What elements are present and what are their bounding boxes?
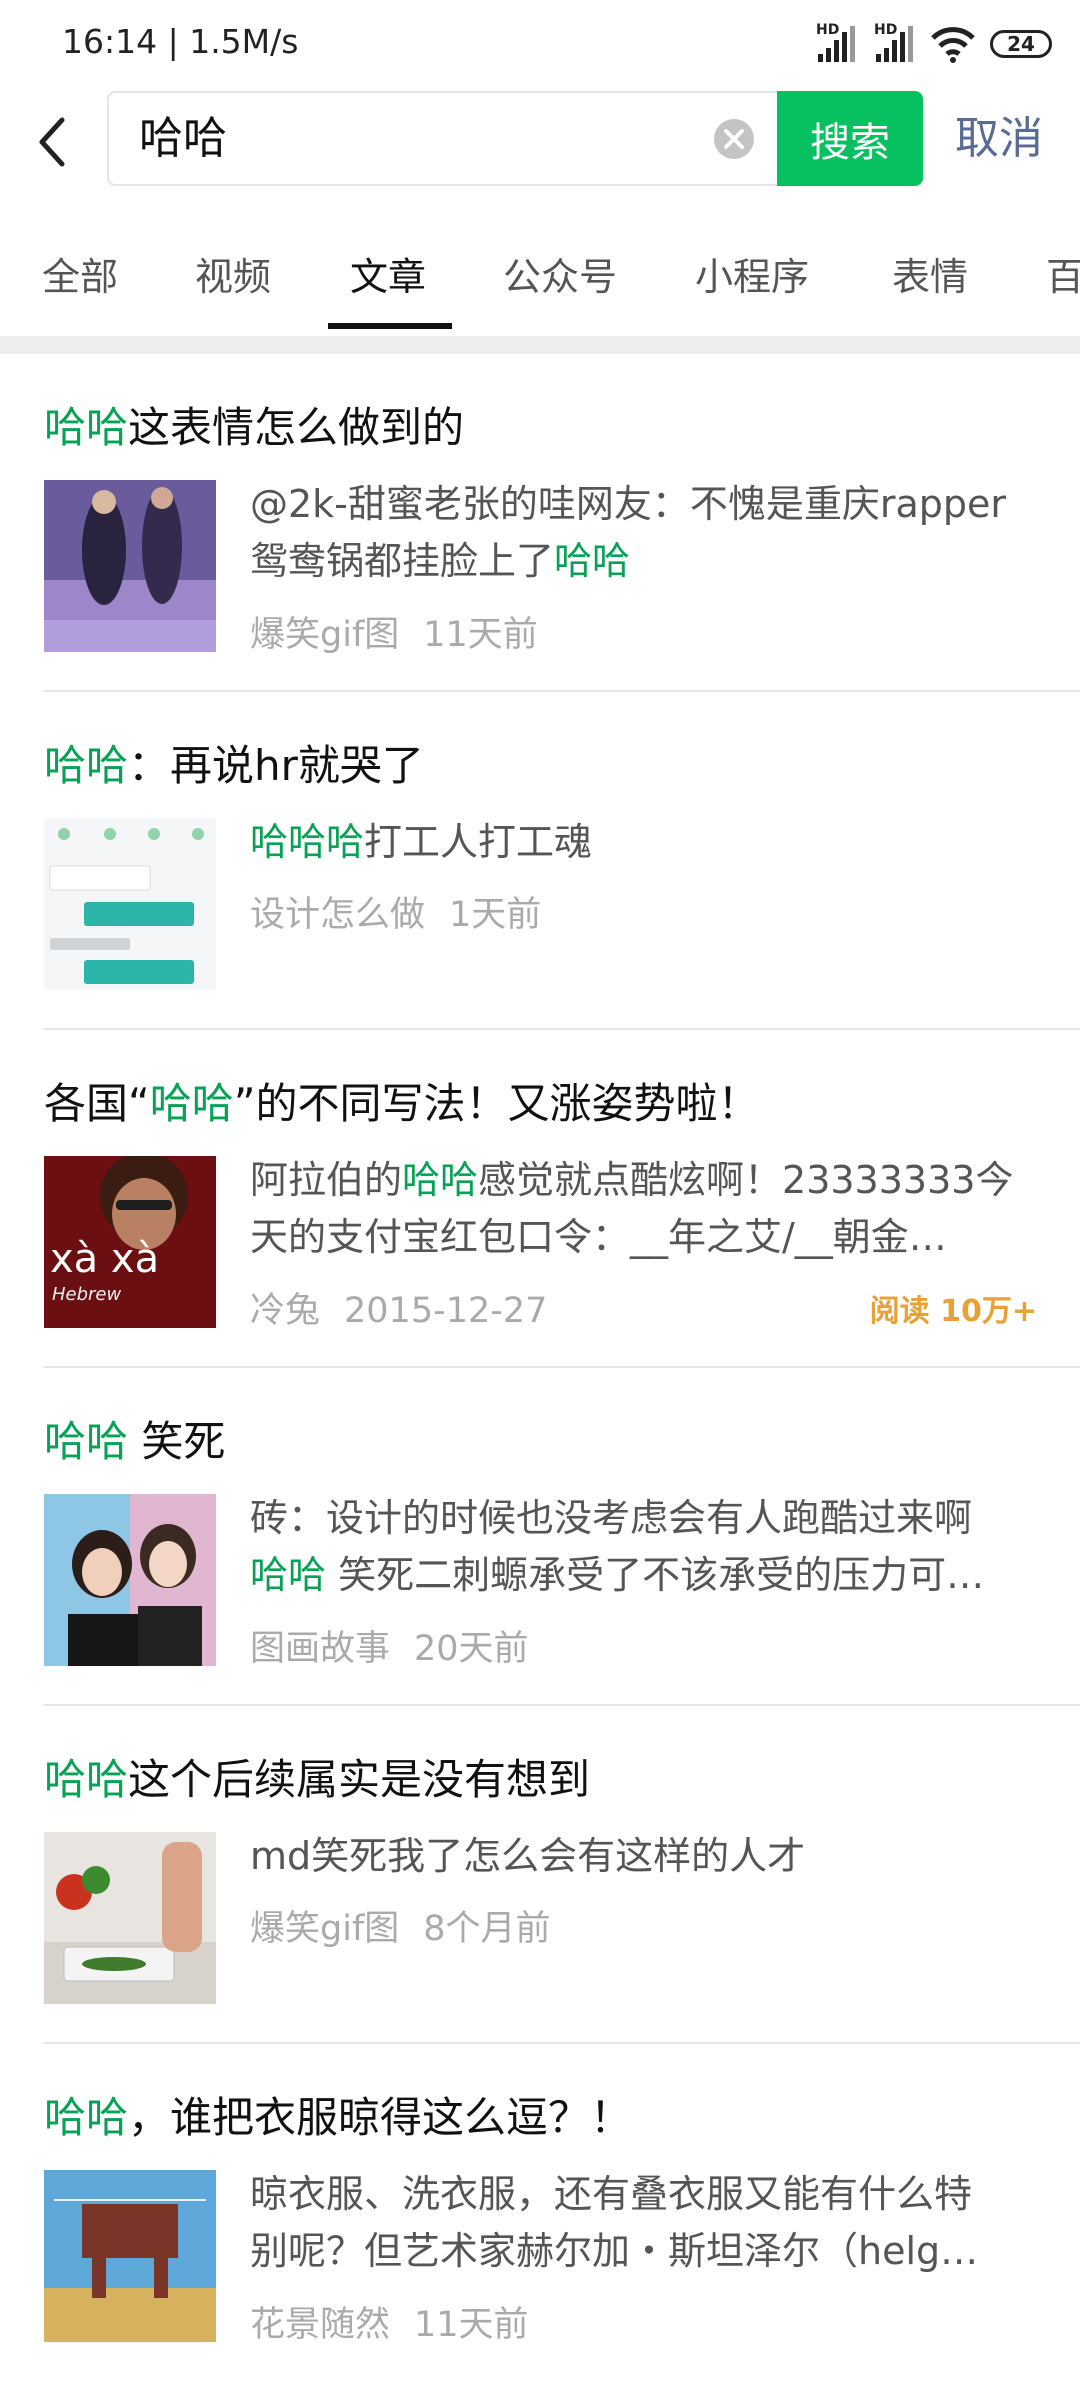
clear-icon[interactable] bbox=[713, 118, 755, 160]
result-title: 哈哈这个后续属实是没有想到 bbox=[44, 1755, 591, 1804]
result-time: 2015-12-27 bbox=[344, 1291, 548, 1331]
result-item[interactable]: 哈哈：再说hr就哭了 哈哈哈打工人打工魂 设计怎么做 1天前 bbox=[0, 692, 1080, 1030]
search-input[interactable] bbox=[139, 93, 699, 184]
result-thumbnail bbox=[44, 1832, 216, 2004]
result-meta: 图画故事 20天前 bbox=[250, 1620, 529, 1671]
result-item[interactable]: 哈哈这个后续属实是没有想到 md笑死我了怎么会有这样的人才 爆笑gif图 8个月前 bbox=[0, 1706, 1080, 2044]
status-time: 16:14 | 1.5M/s bbox=[62, 22, 299, 61]
result-source: 花景随然 bbox=[250, 2305, 391, 2345]
wifi-icon bbox=[931, 27, 975, 63]
result-time: 20天前 bbox=[414, 1629, 529, 1669]
result-summary: md笑死我了怎么会有这样的人才 bbox=[250, 1834, 806, 1878]
result-time: 11天前 bbox=[414, 2305, 529, 2345]
signal-icon-2: HD bbox=[872, 22, 916, 64]
result-meta: 冷兔 2015-12-27 bbox=[250, 1282, 547, 1333]
result-source: 设计怎么做 bbox=[250, 895, 426, 935]
tab-all[interactable]: 全部 bbox=[42, 246, 118, 301]
result-summary: 哈哈哈打工人打工魂 bbox=[250, 820, 593, 864]
result-item[interactable]: 哈哈，谁把衣服晾得这么逗？！ 晾衣服、洗衣服，还有叠衣服又能有什么特 别呢？但艺… bbox=[0, 2044, 1080, 2382]
cancel-button[interactable]: 取消 bbox=[955, 91, 1043, 186]
thumb-caption: xà xà bbox=[50, 1236, 160, 1282]
result-thumbnail: xà xà Hebrew bbox=[44, 1156, 216, 1328]
result-source: 图画故事 bbox=[250, 1629, 391, 1669]
tab-active-indicator bbox=[328, 323, 452, 329]
result-meta: 设计怎么做 1天前 bbox=[250, 886, 541, 937]
result-title: 哈哈：再说hr就哭了 bbox=[44, 741, 424, 790]
result-time: 8个月前 bbox=[423, 1909, 551, 1949]
result-meta: 爆笑gif图 11天前 bbox=[250, 606, 538, 657]
result-title: 哈哈 笑死 bbox=[44, 1417, 226, 1466]
status-icons: HD HD 24 bbox=[814, 20, 1052, 68]
result-meta: 爆笑gif图 8个月前 bbox=[250, 1900, 551, 1951]
result-time: 1天前 bbox=[449, 895, 542, 935]
result-thumbnail bbox=[44, 818, 216, 990]
result-source: 爆笑gif图 bbox=[250, 615, 400, 655]
search-bar: 搜索 取消 bbox=[0, 88, 1080, 196]
signal-icon: HD bbox=[814, 22, 858, 64]
result-thumbnail bbox=[44, 2170, 216, 2342]
result-thumbnail bbox=[44, 1494, 216, 1666]
result-summary: 阿拉伯的哈哈感觉就点酷炫啊！23333333今 天的支付宝红包口令：__年之艾/… bbox=[250, 1158, 1014, 1259]
section-divider bbox=[0, 336, 1080, 354]
result-thumbnail bbox=[44, 480, 216, 652]
result-meta: 花景随然 11天前 bbox=[250, 2296, 529, 2347]
back-arrow-icon[interactable] bbox=[28, 114, 78, 170]
result-title: 各国“哈哈”的不同写法！又涨姿势啦！ bbox=[44, 1079, 760, 1128]
search-button[interactable]: 搜索 bbox=[777, 91, 923, 186]
result-summary: 晾衣服、洗衣服，还有叠衣服又能有什么特 别呢？但艺术家赫尔加・斯坦泽尔（helg… bbox=[250, 2172, 979, 2273]
status-bar: 16:14 | 1.5M/s HD HD 24 bbox=[0, 0, 1080, 88]
result-source: 冷兔 bbox=[250, 1291, 321, 1331]
tab-video[interactable]: 视频 bbox=[195, 246, 271, 301]
result-summary: 砖：设计的时候也没考虑会有人跑酷过来啊 哈哈 笑死二刺螈承受了不该承受的压力可… bbox=[250, 1496, 985, 1597]
result-item[interactable]: 哈哈 笑死 砖：设计的时候也没考虑会有人跑酷过来啊 哈哈 笑死二刺螈承受了不该承… bbox=[0, 1368, 1080, 1706]
result-source: 爆笑gif图 bbox=[250, 1909, 400, 1949]
tab-baike[interactable]: 百 bbox=[1046, 246, 1080, 301]
result-item[interactable]: 哈哈这表情怎么做到的 @2k-甜蜜老张的哇网友：不愧是重庆rapper 鸳鸯锅都… bbox=[0, 354, 1080, 692]
read-count: 阅读 10万+ bbox=[869, 1294, 1037, 1329]
battery-icon: 24 bbox=[990, 30, 1052, 58]
tab-official-accounts[interactable]: 公众号 bbox=[503, 246, 617, 301]
result-summary: @2k-甜蜜老张的哇网友：不愧是重庆rapper 鸳鸯锅都挂脸上了哈哈 bbox=[250, 482, 1007, 583]
thumb-subcaption: Hebrew bbox=[52, 1284, 122, 1305]
result-title: 哈哈这表情怎么做到的 bbox=[44, 403, 465, 452]
tab-mini-programs[interactable]: 小程序 bbox=[695, 246, 809, 301]
tab-bar: 全部 视频 文章 公众号 小程序 表情 百 bbox=[0, 196, 1080, 336]
tab-articles[interactable]: 文章 bbox=[350, 246, 426, 301]
result-title: 哈哈，谁把衣服晾得这么逗？！ bbox=[44, 2093, 633, 2142]
result-item[interactable]: 各国“哈哈”的不同写法！又涨姿势啦！ xà xà Hebrew 阿拉伯的哈哈感觉… bbox=[0, 1030, 1080, 1368]
tab-stickers[interactable]: 表情 bbox=[892, 246, 968, 301]
result-time: 11天前 bbox=[423, 615, 538, 655]
